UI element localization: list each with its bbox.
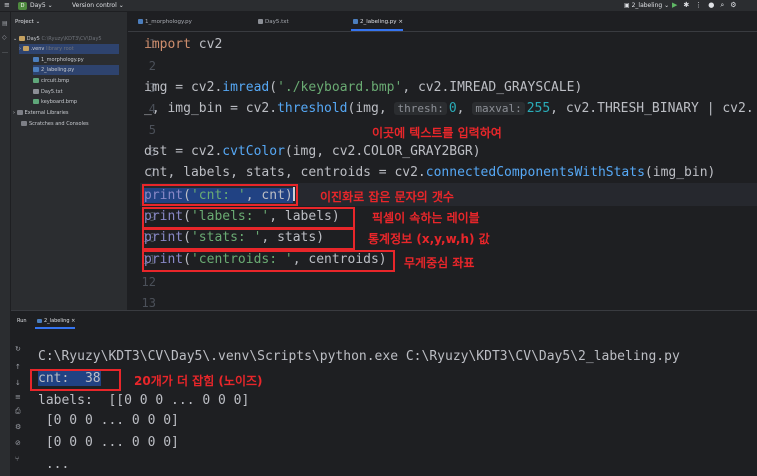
structure-icon[interactable]: ◇ (2, 34, 7, 41)
tree-item-venv[interactable]: › .venv library root (19, 44, 119, 54)
project-panel: Project ⌄ ⌄ Day5 C:\Ryuzy\KDT3\CV\Day5 ›… (11, 12, 128, 310)
python-file-icon (33, 67, 39, 72)
project-panel-title[interactable]: Project ⌄ (15, 19, 40, 25)
tree-item-morphology[interactable]: 1_morphology.py (33, 55, 84, 65)
run-panel-label: Run (17, 318, 27, 324)
wrap-icon[interactable]: ≡ (15, 393, 21, 401)
more-icon[interactable]: ⋮ (695, 1, 708, 9)
close-tab-icon[interactable]: × (398, 19, 403, 25)
tab-day5-txt[interactable]: Day5.txt (258, 19, 289, 25)
annotation-stats: 통계정보 (x,y,w,h) 값 (368, 232, 490, 246)
annotation-box-cnt (142, 184, 298, 206)
settings-icon[interactable]: ⚙ (730, 1, 742, 9)
python-file-icon (33, 57, 39, 62)
project-switcher[interactable]: Day5 ⌄ (30, 2, 53, 9)
scroll-down-icon[interactable]: ↓ (15, 379, 21, 387)
library-icon (16, 110, 23, 115)
active-tab-indicator (351, 29, 403, 31)
print-icon[interactable]: ⎙ (15, 407, 21, 416)
annotation-console-cnt: 20개가 더 잡힘 (노이즈) (134, 374, 263, 388)
annotation-cnt: 이진화로 잡은 문자의 갯수 (320, 190, 454, 204)
title-bar: ≡ D Day5 ⌄ Version control ⌄ ▣ 2_labelin… (0, 0, 757, 12)
search-icon[interactable]: ⌕ (720, 1, 730, 9)
image-file-icon (33, 99, 39, 104)
annotation-box-console-cnt (30, 369, 121, 391)
python-file-icon (353, 19, 358, 24)
folder-icon (22, 46, 29, 51)
run-panel-header: Run 2_labeling × (11, 311, 757, 331)
line-number: 5 (148, 123, 156, 137)
tree-item-day5-txt[interactable]: Day5.txt (33, 87, 63, 97)
python-file-icon (138, 19, 143, 24)
code-line-3: img = cv2.imread('./keyboard.bmp', cv2.I… (144, 80, 583, 95)
version-control-menu[interactable]: Version control ⌄ (72, 2, 124, 9)
account-icon[interactable]: ● (708, 1, 720, 9)
text-file-icon (258, 19, 263, 24)
main-menu-icon[interactable]: ≡ (4, 2, 10, 9)
param-hint-maxval: maxval: (472, 102, 525, 115)
console-row: [0 0 0 ... 0 0 0] (38, 413, 179, 428)
folder-icon (18, 36, 25, 41)
active-run-tab-indicator (35, 327, 75, 329)
annotation-centroids: 무게중심 좌표 (404, 256, 475, 270)
tab-2-labeling[interactable]: 2_labeling.py × (353, 19, 403, 25)
code-line-1: import cv2 (144, 37, 223, 52)
project-badge[interactable]: D (18, 2, 27, 10)
annotation-box-centroids (142, 250, 395, 272)
run-tab-2-labeling[interactable]: 2_labeling × (37, 318, 75, 324)
scroll-up-icon[interactable]: ↑ (15, 363, 21, 371)
stop-icon[interactable]: ⊘ (15, 439, 21, 447)
more-tools-icon[interactable]: … (2, 48, 8, 55)
debug-icon[interactable]: ✱ (683, 1, 695, 9)
tree-item-labeling[interactable]: 2_labeling.py (33, 65, 119, 75)
console-command-line: C:\Ryuzy\KDT3\CV\Day5\.venv\Scripts\pyth… (38, 349, 680, 364)
tree-item-day5[interactable]: ⌄ Day5 C:\Ryuzy\KDT3\CV\Day5 (13, 34, 102, 44)
param-hint-thresh: thresh: (394, 102, 447, 115)
tree-item-circuit[interactable]: circuit.bmp (33, 76, 69, 86)
toolbar-icons: ▶✱⋮●⌕⚙ (672, 1, 743, 10)
tool-window-strip: ▤ ◇ … (0, 12, 11, 476)
editor-tabs: 1_morphology.py Day5.txt 2_labeling.py × (128, 12, 757, 32)
line-number: 13 (141, 296, 156, 310)
tree-item-external-libraries[interactable]: › External Libraries (13, 108, 69, 118)
code-line-6: dst = cv2.cvtColor(img, cv2.COLOR_GRAY2B… (144, 144, 481, 159)
code-line-7: cnt, labels, stats, centroids = cv2.conn… (144, 165, 716, 180)
code-editor[interactable]: 1 2 3 4 5 6 7 8 9 10 11 12 13 import cv2… (128, 33, 757, 310)
run-panel: Run 2_labeling × ↻ ↑ ↓ ≡ ⎙ ⚙ ⊘ ⑂ C:\Ryuz… (11, 310, 757, 476)
text-file-icon (33, 89, 39, 94)
run-panel-toolbar: ↻ ↑ ↓ ≡ ⎙ ⚙ ⊘ ⑂ (11, 331, 27, 476)
annotation-box-labels (142, 207, 355, 229)
tree-item-keyboard[interactable]: keyboard.bmp (33, 97, 77, 107)
annotation-box-stats (142, 228, 355, 250)
code-line-4: _, img_bin = cv2.threshold(img, thresh: 0… (144, 101, 754, 116)
annotation-input-text: 이곳에 텍스트를 입력하여 (372, 126, 502, 140)
rerun-icon[interactable]: ↻ (15, 345, 21, 353)
line-number: 2 (148, 59, 156, 73)
tab-1-morphology[interactable]: 1_morphology.py (138, 19, 192, 25)
line-number: 12 (141, 275, 156, 289)
annotation-labels: 픽셀이 속하는 레이블 (372, 211, 480, 225)
settings-icon[interactable]: ⚙ (15, 423, 21, 431)
tree-item-scratches[interactable]: Scratches and Consoles (21, 119, 89, 129)
run-config-selector[interactable]: ▣ 2_labeling ⌄ (624, 2, 669, 9)
python-file-icon (37, 318, 42, 323)
folder-icon[interactable]: ▤ (2, 20, 8, 27)
git-icon[interactable]: ⑂ (15, 455, 19, 463)
console-row: [0 0 0 ... 0 0 0] (38, 435, 179, 450)
scratches-icon (21, 121, 27, 126)
image-file-icon (33, 78, 39, 83)
console-ellipsis: ... (38, 457, 70, 472)
run-icon[interactable]: ▶ (672, 1, 683, 9)
console-labels-line: labels: [[0 0 0 ... 0 0 0] (38, 393, 250, 408)
